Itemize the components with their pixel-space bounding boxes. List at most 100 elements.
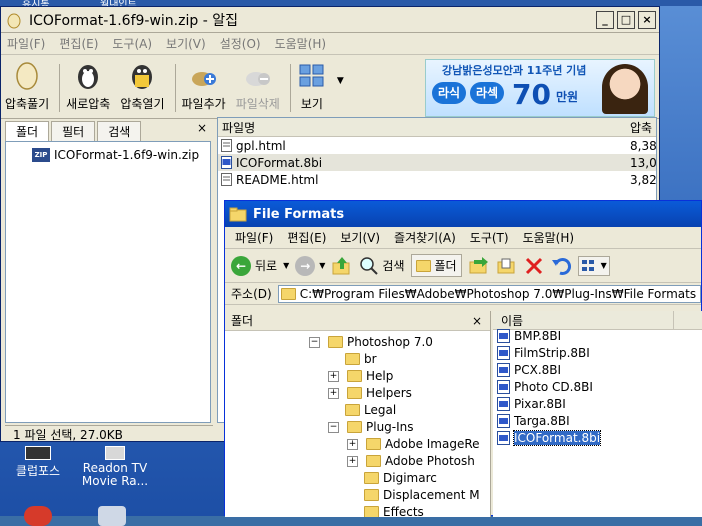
tree-item-effects[interactable]: Effects: [364, 505, 424, 517]
collapse-icon[interactable]: −: [309, 336, 320, 348]
left-pane-tabs: 폴더 필터 검색 ×: [5, 121, 211, 141]
view-dropdown-arrow[interactable]: ▼: [337, 76, 344, 86]
explorer-titlebar[interactable]: File Formats: [225, 201, 701, 227]
list-item-selected[interactable]: ICOFormat.8bi: [497, 430, 602, 446]
tree-item-helpers[interactable]: + Helpers: [328, 386, 412, 400]
alzip-titlebar[interactable]: ICOFormat-1.6f9-win.zip - 알집 _ □ ×: [1, 7, 659, 33]
search-button[interactable]: 검색: [359, 256, 405, 276]
desktop-icon-clubforce[interactable]: 클럽포스: [10, 446, 66, 479]
tree-item-displacement[interactable]: Displacement M: [364, 488, 480, 502]
forward-dropdown-icon[interactable]: ▼: [319, 261, 325, 270]
menu-edit[interactable]: 편집(E): [59, 35, 98, 52]
back-button[interactable]: ← 뒤로 ▼: [231, 255, 289, 276]
menu-help[interactable]: 도움말(H): [523, 229, 575, 246]
desktop-red-icon[interactable]: [24, 506, 52, 526]
expand-icon[interactable]: +: [328, 370, 339, 382]
tree-item-br[interactable]: br: [345, 352, 377, 366]
list-item[interactable]: Pixar.8BI: [497, 397, 566, 411]
expand-icon[interactable]: +: [347, 455, 358, 467]
penguin-icon: [78, 65, 99, 89]
close-pane-icon[interactable]: ×: [197, 121, 211, 141]
column-name[interactable]: 이름: [501, 312, 523, 329]
copy-to-button[interactable]: [496, 256, 518, 276]
tab-filter[interactable]: 필터: [51, 121, 96, 141]
desktop-blue-icon[interactable]: [98, 506, 126, 526]
up-folder-button[interactable]: [331, 255, 353, 277]
delete-file-button[interactable]: 파일삭제: [236, 61, 280, 112]
address-label: 주소(D): [231, 287, 272, 301]
menu-file[interactable]: 파일(F): [7, 35, 45, 52]
expand-icon[interactable]: +: [328, 387, 339, 399]
back-dropdown-icon[interactable]: ▼: [283, 261, 289, 270]
forward-button[interactable]: → ▼: [295, 255, 325, 276]
desktop-icon-label: Readon TV Movie Ra...: [81, 461, 149, 488]
close-button[interactable]: ×: [638, 10, 656, 29]
file-name: BMP.8BI: [514, 329, 562, 343]
view-button[interactable]: 보기: [297, 61, 327, 112]
list-item[interactable]: Photo CD.8BI: [497, 380, 593, 394]
forward-arrow-icon: →: [295, 255, 316, 276]
maximize-button[interactable]: □: [617, 10, 635, 29]
move-to-button[interactable]: [468, 256, 490, 276]
list-item[interactable]: FilmStrip.8BI: [497, 346, 590, 360]
tree-item-label: ICOFormat-1.6f9-win.zip: [54, 148, 200, 162]
expand-icon[interactable]: +: [347, 438, 358, 450]
minimize-button[interactable]: _: [596, 10, 614, 29]
column-divider[interactable]: [673, 311, 674, 329]
add-file-button[interactable]: 파일추가: [182, 61, 226, 112]
extract-button[interactable]: 압축풀기: [5, 61, 49, 112]
menu-view[interactable]: 보기(V): [166, 35, 206, 52]
table-row[interactable]: ICOFormat.8bi 13,08: [218, 154, 656, 171]
menu-settings[interactable]: 설정(O): [220, 35, 261, 52]
tree-item-legal[interactable]: Legal: [345, 403, 396, 417]
menu-tools[interactable]: 도구(A): [112, 35, 152, 52]
list-item[interactable]: BMP.8BI: [497, 329, 561, 343]
folders-pane: 폴더 × − Photoshop 7.0 br + Help + Helpers Le…: [225, 311, 491, 517]
views-button[interactable]: ▼: [577, 255, 610, 276]
folders-icon: [415, 259, 431, 272]
tree-item-zip[interactable]: ZIP ICOFormat-1.6f9-win.zip: [32, 148, 199, 162]
advertisement-banner[interactable]: 강남밝은성모안과 11주년 기념 라식 라섹 70 만원: [425, 59, 655, 117]
menu-edit[interactable]: 편집(E): [287, 229, 326, 246]
menu-help[interactable]: 도움말(H): [275, 35, 327, 52]
file-name: Photo CD.8BI: [514, 380, 593, 394]
tree-item-adobe-imageready[interactable]: + Adobe ImageRe: [347, 437, 480, 451]
close-folders-pane-icon[interactable]: ×: [472, 314, 482, 328]
file-name: ICOFormat.8bi: [236, 155, 323, 170]
open-compress-button[interactable]: 압축열기: [120, 61, 165, 112]
desktop-icon-readon-tv[interactable]: Readon TV Movie Ra...: [78, 446, 152, 488]
penguin-yellow-icon: [132, 65, 153, 89]
tree-item-digimarc[interactable]: Digimarc: [364, 471, 437, 485]
delete-button[interactable]: [524, 256, 544, 276]
undo-button[interactable]: [550, 256, 572, 276]
column-compressed[interactable]: 압축: [630, 119, 652, 136]
menu-file[interactable]: 파일(F): [235, 229, 273, 246]
html-file-icon: [221, 139, 232, 152]
list-item[interactable]: PCX.8BI: [497, 363, 561, 377]
tab-folder[interactable]: 폴더: [5, 121, 50, 141]
collapse-icon[interactable]: −: [328, 421, 339, 433]
table-row[interactable]: gpl.html 8,389: [218, 137, 656, 154]
new-compress-button[interactable]: 새로압축: [66, 61, 110, 112]
tree-item-label: Helpers: [366, 386, 412, 400]
html-file-icon: [221, 173, 232, 186]
tree-item-photoshop[interactable]: − Photoshop 7.0: [309, 335, 433, 349]
folder-icon: [364, 489, 379, 501]
explorer-window: File Formats 파일(F) 편집(E) 보기(V) 즐겨찾기(A) 도…: [224, 200, 702, 517]
folders-button[interactable]: 폴더: [410, 254, 462, 277]
ad-model-photo: [602, 64, 648, 114]
file-list-header: 이름: [493, 311, 702, 330]
tree-item-help[interactable]: + Help: [328, 369, 393, 383]
tree-item-adobe-photoshop[interactable]: + Adobe Photosh: [347, 454, 475, 468]
address-input[interactable]: C:₩Program Files₩Adobe₩Photoshop 7.0₩Plu…: [277, 284, 701, 303]
delete-file-icon: [245, 72, 270, 86]
menu-tools[interactable]: 도구(T): [470, 229, 509, 246]
column-filename[interactable]: 파일명: [222, 119, 255, 136]
menu-view[interactable]: 보기(V): [340, 229, 380, 246]
tab-search[interactable]: 검색: [97, 121, 142, 141]
table-row[interactable]: README.html 3,821: [218, 171, 656, 188]
list-item[interactable]: Targa.8BI: [497, 414, 570, 428]
view-label: 보기: [300, 97, 323, 111]
menu-favorites[interactable]: 즐겨찾기(A): [394, 229, 456, 246]
tree-item-plugins[interactable]: − Plug-Ins: [328, 420, 414, 434]
